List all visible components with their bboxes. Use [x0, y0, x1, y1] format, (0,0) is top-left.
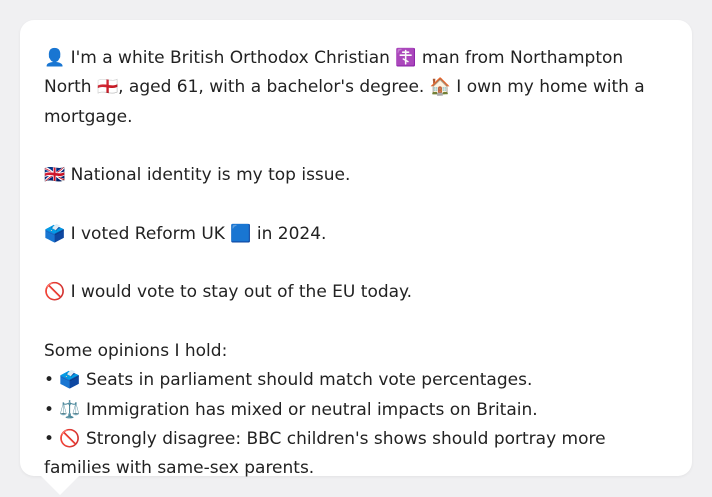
- opinion-item: • 🗳️ Seats in parliament should match vo…: [44, 370, 533, 391]
- vote-text: 🗳️ I voted Reform UK 🟦 in 2024.: [44, 223, 327, 244]
- bubble-tail: [40, 475, 80, 495]
- message-content: 👤 I'm a white British Orthodox Christian…: [44, 44, 668, 483]
- identity-text: 🇬🇧 National identity is my top issue.: [44, 165, 351, 186]
- intro-text: 👤 I'm a white British Orthodox Christian…: [44, 48, 645, 127]
- opinions-heading: Some opinions I hold:: [44, 340, 228, 361]
- message-bubble: 👤 I'm a white British Orthodox Christian…: [20, 20, 692, 478]
- opinion-item: • ⚖️ Immigration has mixed or neutral im…: [44, 399, 538, 420]
- opinion-item: • 🚫 Strongly disagree: BBC children's sh…: [44, 428, 606, 479]
- eu-text: 🚫 I would vote to stay out of the EU tod…: [44, 282, 413, 303]
